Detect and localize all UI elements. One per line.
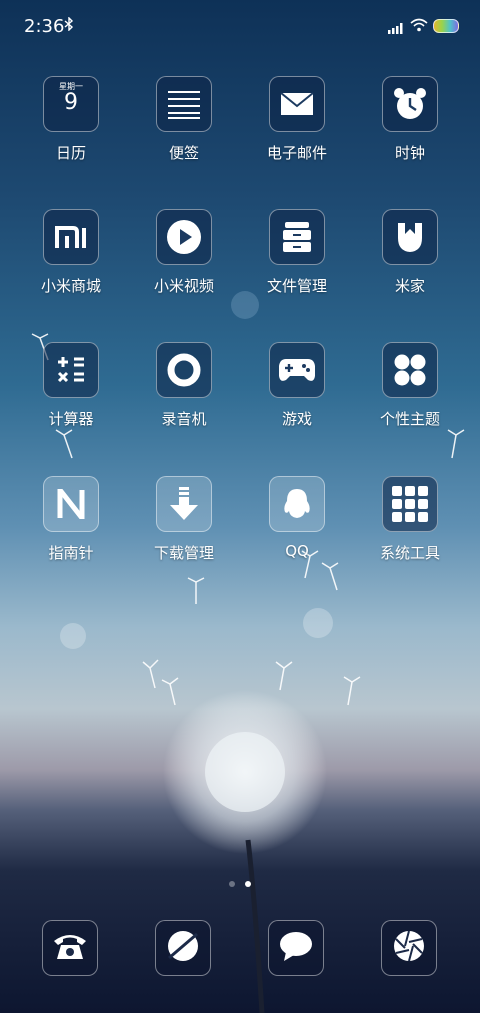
- dock-phone[interactable]: [42, 920, 98, 976]
- qq-penguin-icon: [269, 476, 325, 532]
- app-label: 下载管理: [153, 544, 214, 562]
- alarm-clock-icon: [382, 76, 438, 132]
- bluetooth-icon: [64, 16, 74, 35]
- record-ring-icon: [156, 342, 212, 398]
- page-dot[interactable]: [229, 881, 235, 887]
- messages-icon: [278, 930, 314, 966]
- calendar-day: 9: [64, 90, 78, 115]
- app-label: QQ: [285, 542, 309, 560]
- app-label: 电子邮件: [266, 144, 327, 162]
- status-bar: 2:36: [0, 0, 480, 52]
- phone-icon: [52, 931, 88, 965]
- app-system-tools[interactable]: 系统工具: [360, 476, 460, 563]
- status-time: 2:36: [24, 16, 65, 37]
- app-mi-store[interactable]: 小米商城: [21, 209, 121, 296]
- app-label: 文件管理: [266, 277, 327, 295]
- mi-logo-icon: [43, 209, 99, 265]
- app-notes[interactable]: 便签: [134, 76, 234, 163]
- notes-icon: [156, 76, 212, 132]
- app-compass[interactable]: 指南针: [21, 476, 121, 563]
- signal-icon: [388, 19, 406, 38]
- dock-browser[interactable]: [155, 920, 211, 976]
- app-themes[interactable]: 个性主题: [360, 342, 460, 429]
- page-indicator[interactable]: [0, 872, 480, 891]
- app-label: 指南针: [48, 544, 94, 562]
- wifi-icon: [410, 17, 428, 36]
- app-label: 日历: [55, 144, 86, 162]
- app-label: 计算器: [48, 410, 94, 428]
- dock-camera[interactable]: [381, 920, 437, 976]
- download-arrow-icon: [156, 476, 212, 532]
- app-calendar[interactable]: 星期一 9 日历: [21, 76, 121, 163]
- compass-n-icon: [43, 476, 99, 532]
- app-mijia[interactable]: 米家: [360, 209, 460, 296]
- app-label: 系统工具: [379, 544, 440, 562]
- dock-messages[interactable]: [268, 920, 324, 976]
- calculator-icon: [43, 342, 99, 398]
- app-label: 录音机: [161, 410, 207, 428]
- app-label: 小米商城: [40, 277, 101, 295]
- theme-clover-icon: [382, 342, 438, 398]
- app-downloads[interactable]: 下载管理: [134, 476, 234, 563]
- calendar-icon: 星期一 9: [43, 76, 99, 132]
- app-mi-video[interactable]: 小米视频: [134, 209, 234, 296]
- gamepad-icon: [269, 342, 325, 398]
- app-games[interactable]: 游戏: [247, 342, 347, 429]
- app-file-manager[interactable]: 文件管理: [247, 209, 347, 296]
- play-icon: [156, 209, 212, 265]
- folder-grid-icon: [382, 476, 438, 532]
- app-label: 米家: [394, 277, 425, 295]
- app-label: 便签: [168, 144, 199, 162]
- mijia-icon: [382, 209, 438, 265]
- app-label: 个性主题: [379, 410, 440, 428]
- app-calculator[interactable]: 计算器: [21, 342, 121, 429]
- mail-icon: [269, 76, 325, 132]
- browser-icon: [165, 928, 201, 968]
- file-cabinet-icon: [269, 209, 325, 265]
- app-label: 游戏: [281, 410, 312, 428]
- app-label: 小米视频: [153, 277, 214, 295]
- app-label: 时钟: [394, 144, 425, 162]
- camera-icon: [391, 928, 427, 968]
- app-qq[interactable]: QQ: [247, 476, 347, 560]
- battery-icon: [433, 19, 459, 33]
- app-recorder[interactable]: 录音机: [134, 342, 234, 429]
- app-email[interactable]: 电子邮件: [247, 76, 347, 163]
- page-dot-active[interactable]: [245, 881, 251, 887]
- app-clock[interactable]: 时钟: [360, 76, 460, 163]
